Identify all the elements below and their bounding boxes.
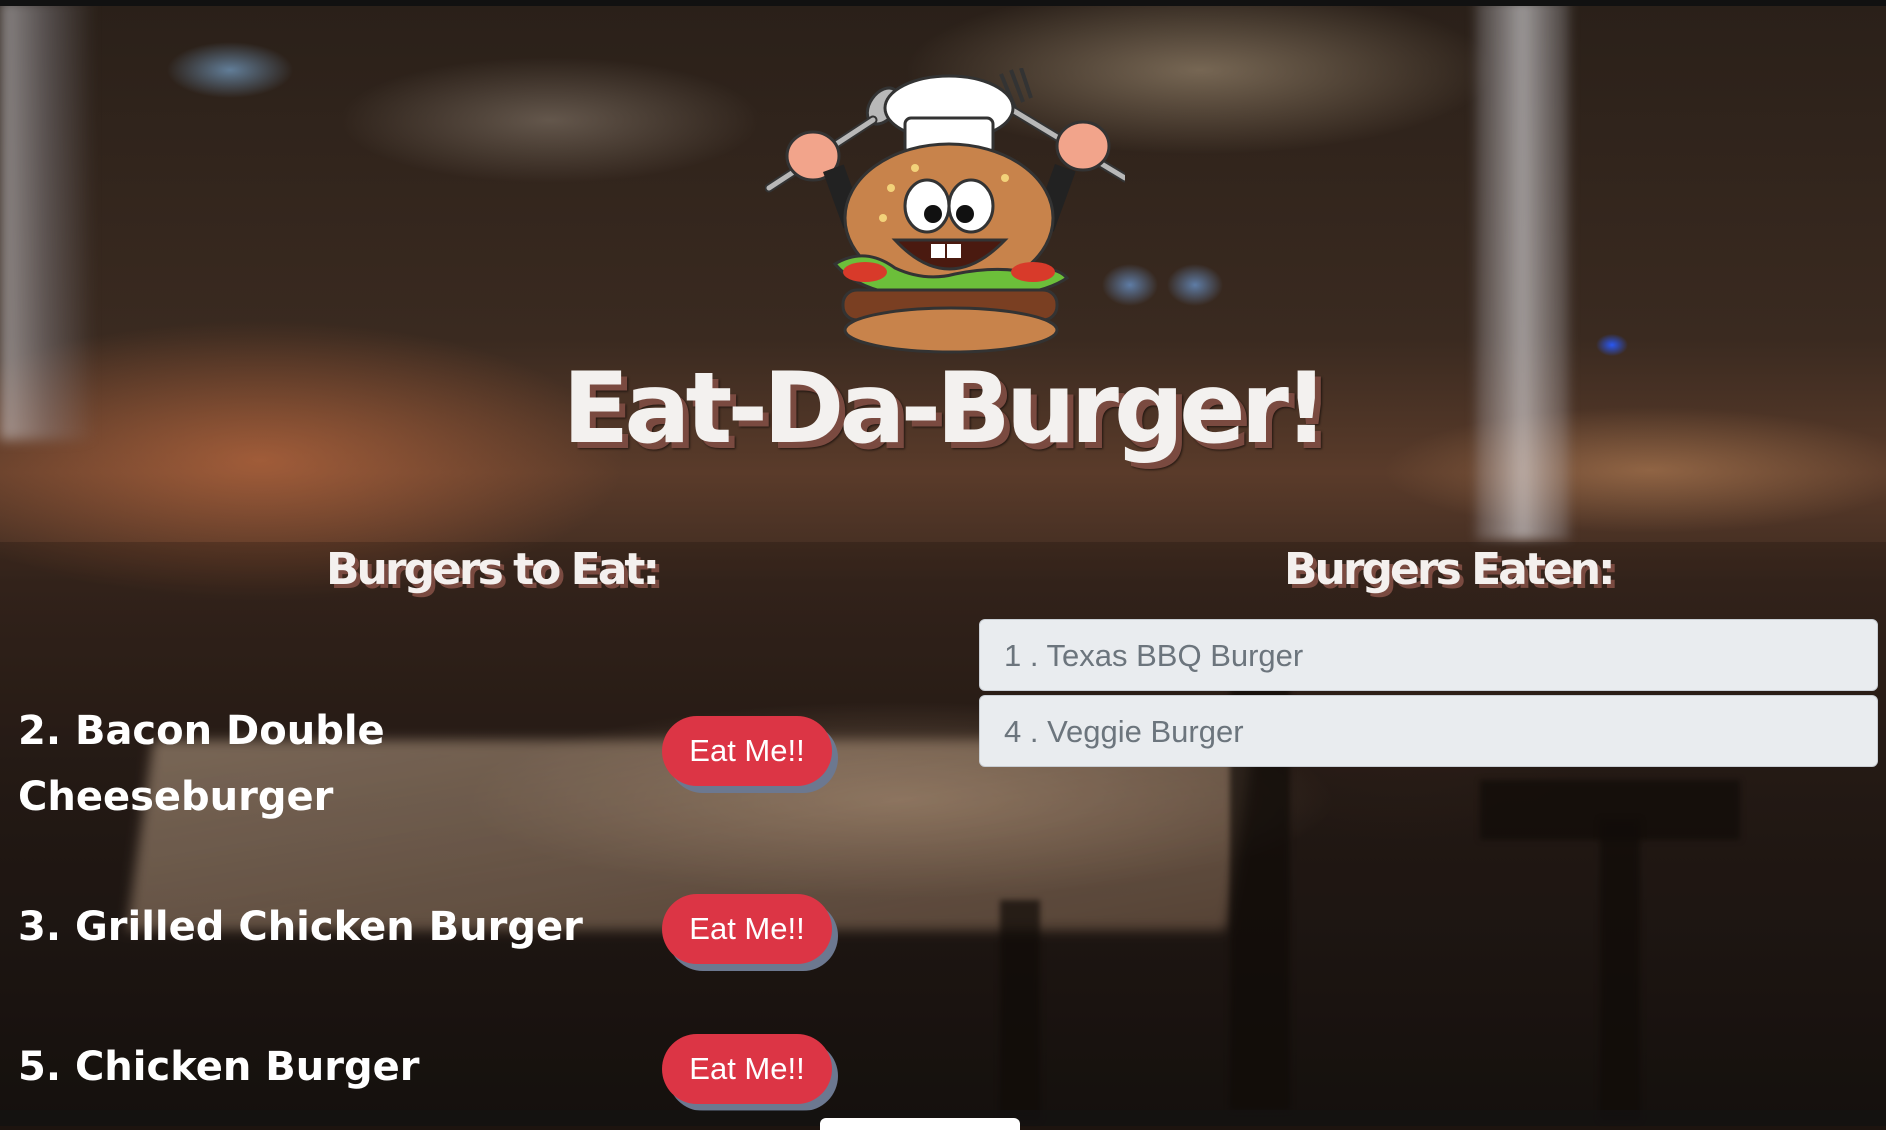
eat-me-button[interactable]: Eat Me!! <box>662 1034 832 1104</box>
eaten-burger-item: 4 . Veggie Burger <box>979 695 1878 767</box>
burgers-eaten-heading: Burgers Eaten: <box>1284 544 1616 595</box>
burger-to-eat-item: 3. Grilled Chicken Burger Eat Me!! <box>18 894 878 974</box>
burgers-eaten-list: 1 . Texas BBQ Burger 4 . Veggie Burger <box>979 619 1878 771</box>
eat-me-button[interactable]: Eat Me!! <box>662 894 832 964</box>
eat-me-button[interactable]: Eat Me!! <box>662 716 832 786</box>
burger-chef-logo <box>764 67 1130 358</box>
burger-name: 3. Grilled Chicken Burger <box>18 904 583 950</box>
eaten-burger-item: 1 . Texas BBQ Burger <box>979 619 1878 691</box>
top-bar <box>0 0 1886 6</box>
add-burger-input[interactable] <box>820 1118 1020 1130</box>
burgers-to-eat-heading: Burgers to Eat: <box>326 544 660 595</box>
app-title: Eat-Da-Burger! <box>562 352 1328 466</box>
burger-to-eat-item: 2. Bacon Double Cheeseburger Eat Me!! <box>18 698 878 838</box>
burger-name: 2. Bacon Double Cheeseburger <box>18 708 385 820</box>
burger-name: 5. Chicken Burger <box>18 1044 420 1090</box>
burger-to-eat-item: 5. Chicken Burger Eat Me!! <box>18 1034 878 1114</box>
cartoon-burger-chef-icon <box>764 67 1130 354</box>
